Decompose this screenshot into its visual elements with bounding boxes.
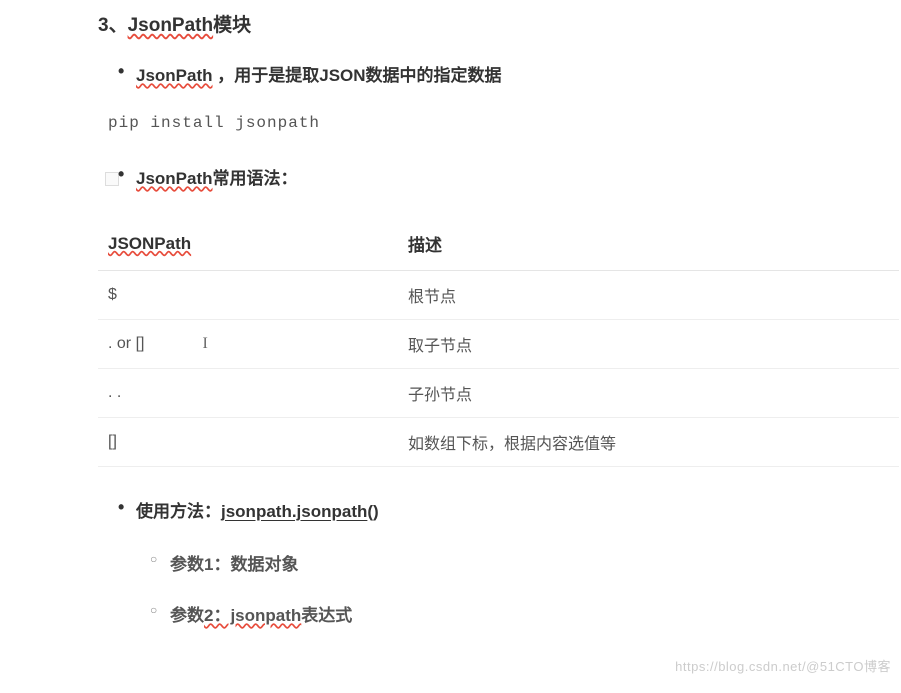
cell-symbol: . or [] I	[98, 320, 398, 369]
sub2-underlined: 2：jsonpath	[204, 606, 301, 625]
cell-desc: 根节点	[398, 271, 899, 320]
cell-desc: 子孙节点	[398, 369, 899, 418]
bullet-item-syntax: JsonPath常用语法：	[118, 164, 901, 189]
table-row: [] 如数组下标，根据内容选值等	[98, 418, 899, 467]
table-header-desc: 描述	[398, 217, 899, 271]
sub-bullet-param2: 参数2：jsonpath表达式	[150, 601, 901, 626]
bullet2-underlined: JsonPath	[136, 169, 213, 188]
cell-desc: 如数组下标，根据内容选值等	[398, 418, 899, 467]
sub-bullet-param1: 参数1：数据对象	[150, 550, 901, 575]
syntax-table: JSONPath 描述 $ 根节点 . or [] I 取子节点 . . 子孙节点	[98, 217, 899, 467]
bullet1-rest: ，用于是提取JSON数据中的指定数据	[213, 66, 502, 85]
sub2-prefix-a: 参数	[170, 606, 204, 625]
bullet-item-intro: JsonPath ，用于是提取JSON数据中的指定数据	[118, 61, 901, 86]
text-cursor-icon: I	[202, 335, 207, 353]
main-bullet-list-3: 使用方法：jsonpath.jsonpath()	[118, 497, 901, 522]
table-row: . or [] I 取子节点	[98, 320, 899, 369]
cell-symbol: []	[98, 418, 398, 467]
bullet3-suffix: ()	[367, 502, 378, 521]
th-col1-text: JSONPath	[108, 234, 191, 253]
main-bullet-list: JsonPath ，用于是提取JSON数据中的指定数据	[118, 61, 901, 86]
cell-symbol-text: . or []	[108, 335, 144, 352]
syntax-table-wrap: JSONPath 描述 $ 根节点 . or [] I 取子节点 . . 子孙节点	[98, 217, 899, 467]
placeholder-box-icon	[105, 172, 119, 186]
bullet1-underlined: JsonPath	[136, 66, 213, 85]
cell-symbol: . .	[98, 369, 398, 418]
bullet3-prefix: 使用方法：	[136, 502, 221, 521]
heading-suffix: 模块	[213, 15, 251, 36]
table-header-row: JSONPath 描述	[98, 217, 899, 271]
cell-symbol: $	[98, 271, 398, 320]
bullet3-underlined: jsonpath.jsonpath	[221, 502, 367, 521]
table-header-jsonpath: JSONPath	[98, 217, 398, 271]
code-block: pip install jsonpath	[108, 114, 901, 132]
bullet2-rest: 常用语法：	[213, 169, 298, 188]
bullet-item-usage: 使用方法：jsonpath.jsonpath()	[118, 497, 901, 522]
heading-underlined: JsonPath	[128, 15, 214, 36]
heading-prefix: 3、	[98, 15, 128, 36]
sub1-rest: 数据对象	[230, 555, 298, 574]
main-bullet-list-2: JsonPath常用语法：	[118, 164, 901, 189]
sub1-prefix: 参数1：	[170, 555, 230, 574]
table-row: $ 根节点	[98, 271, 899, 320]
table-row: . . 子孙节点	[98, 369, 899, 418]
cell-desc: 取子节点	[398, 320, 899, 369]
section-heading: 3、JsonPath模块	[98, 10, 901, 37]
sub2-rest: 表达式	[301, 606, 352, 625]
sub-bullet-list: 参数1：数据对象 参数2：jsonpath表达式	[150, 550, 901, 626]
watermark: https://blog.csdn.net/@51CTO博客	[675, 656, 891, 675]
